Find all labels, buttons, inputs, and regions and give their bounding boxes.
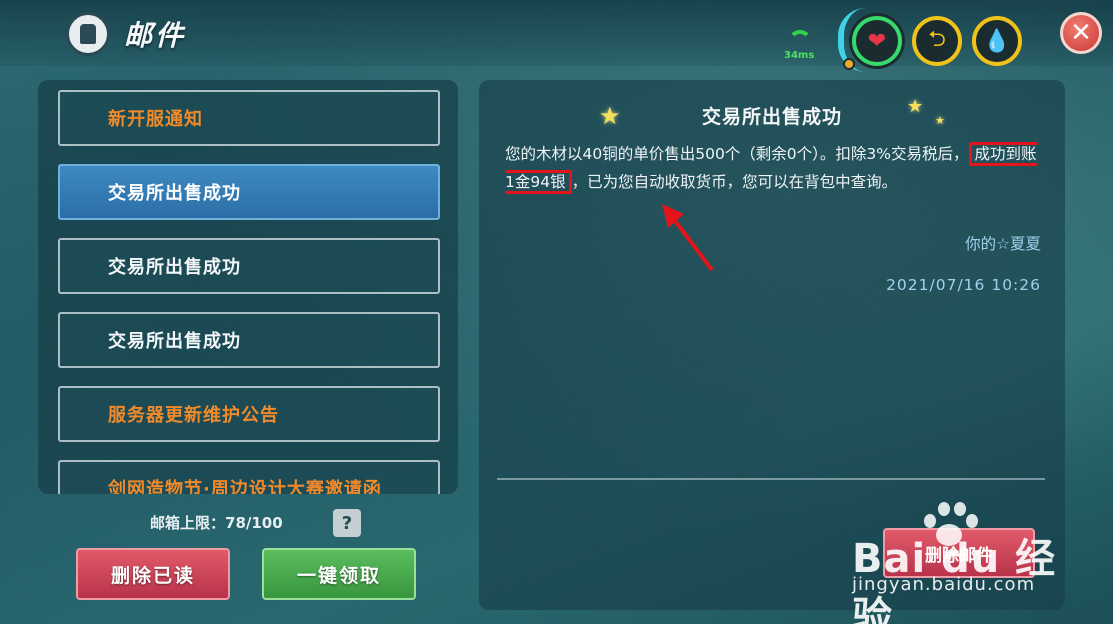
network-ping: 34ms (780, 30, 820, 64)
divider (497, 478, 1045, 480)
help-button[interactable]: ? (333, 509, 361, 537)
mail-item-label: 交易所出售成功 (108, 257, 241, 278)
mail-item[interactable]: 剑网造物节·周边设计大赛邀请函 (58, 460, 440, 494)
mail-item-label: 新开服通知 (108, 109, 203, 130)
page-title: 邮件 (124, 19, 187, 52)
mail-list-panel[interactable]: 新开服通知 交易所出售成功 交易所出售成功 交易所出售成功 服务器更新维护公告 … (38, 80, 458, 494)
mail-body-text: ，已为您自动收取货币，您可以在背包中查询。 (571, 173, 898, 191)
mail-item-label: 交易所出售成功 (108, 331, 241, 352)
mail-item[interactable]: 新开服通知 (58, 90, 440, 146)
mail-item-selected[interactable]: 交易所出售成功 (58, 164, 440, 220)
close-button[interactable]: ✕ (1060, 12, 1102, 54)
mail-icon (66, 12, 110, 56)
swap-icon[interactable]: ⮌ (912, 16, 962, 66)
mail-item-label: 交易所出售成功 (108, 183, 241, 204)
mail-item[interactable]: 服务器更新维护公告 (58, 386, 440, 442)
mail-date: 2021/07/16 10:26 (886, 276, 1041, 294)
mail-item[interactable]: 交易所出售成功 (58, 238, 440, 294)
mail-body-text: 您的木材以40铜的单价售出500个（剩余0个）。扣除3%交易税后， (505, 145, 969, 163)
mail-item[interactable]: 交易所出售成功 (58, 312, 440, 368)
claim-all-button[interactable]: 一键领取 (262, 548, 416, 600)
mail-item-label: 剑网造物节·周边设计大赛邀请函 (108, 479, 382, 494)
heart-icon[interactable]: ❤ (852, 16, 902, 66)
watermark-url: jingyan.baidu.com (852, 574, 1036, 595)
mail-sender: 你的☆夏夏 (965, 235, 1041, 253)
delete-read-button[interactable]: 删除已读 (76, 548, 230, 600)
droplet-icon[interactable]: 💧 (972, 16, 1022, 66)
close-icon: ✕ (1070, 18, 1092, 48)
baidu-watermark: Bai du 经验 jingyan.baidu.com (848, 500, 1063, 624)
mail-item-label: 服务器更新维护公告 (108, 405, 279, 426)
annotation-arrow (662, 204, 714, 272)
mail-title: 交易所出售成功 (701, 106, 842, 128)
ping-value: 34ms (784, 50, 815, 61)
mailbox-limit: 邮箱上限：78/100 (150, 514, 283, 532)
gauge-indicator (843, 58, 855, 70)
mail-body: 您的木材以40铜的单价售出500个（剩余0个）。扣除3%交易税后， 成功到账1金9… (505, 140, 1045, 196)
